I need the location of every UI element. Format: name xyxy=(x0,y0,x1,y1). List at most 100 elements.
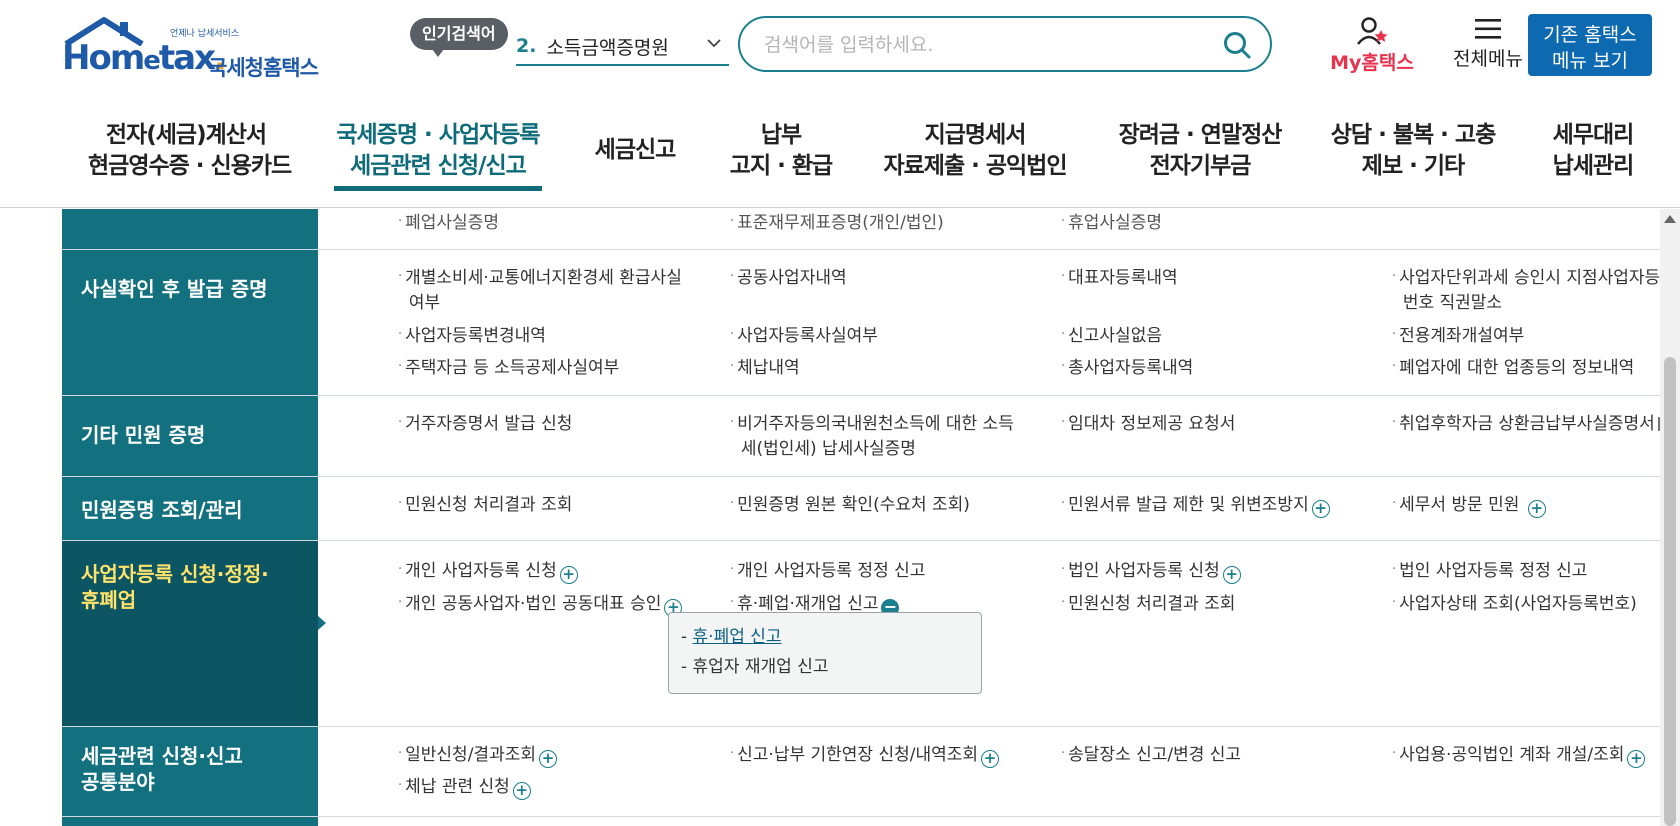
hamburger-menu-icon xyxy=(1475,19,1501,39)
gnb-label: 세금관련 신청/신고 xyxy=(350,153,527,179)
menu-link[interactable]: · 사업자상태 조회(사업자등록번호) xyxy=(1392,590,1637,617)
gnb-tab-statements[interactable]: 지급명세서자료제출 · 공익법인 xyxy=(882,120,1068,182)
expand-plus-icon[interactable]: + xyxy=(981,750,1000,768)
menu-row-common-filing: 세금관련 신청·신고 공통분야 · 일반신청/결과조회 + · 신고·납부 기한연장 신… xyxy=(62,727,1660,817)
submenu-item-closure-report[interactable]: - 휴·폐업 신고 xyxy=(681,625,782,649)
gnb-label: 상담 · 불복 · 고충 xyxy=(1330,122,1496,148)
menu-link[interactable]: · 사업자단위과세 승인시 지점사업자등록 번호 직권말소 xyxy=(1392,264,1660,316)
row-items: · 민원신청 처리결과 조회 · 민원증명 원본 확인(수요처 조회) · 민원서류 … xyxy=(318,477,1660,540)
menu-link[interactable]: · 민원증명 원본 확인(수요처 조회) xyxy=(730,491,970,518)
search-input[interactable] xyxy=(764,28,1204,62)
menu-link[interactable]: · 휴업사실증명 xyxy=(1061,209,1162,236)
old-menu-line2: 메뉴 보기 xyxy=(1552,49,1628,72)
row-head: 세금관련 신청·신고 공통분야 xyxy=(62,727,318,816)
all-menu-button[interactable]: 전체메뉴 xyxy=(1434,18,1542,71)
gnb-label: 제보 · 기타 xyxy=(1361,153,1465,179)
menu-link[interactable]: · 표준재무제표증명(개인/법인) xyxy=(730,209,944,236)
menu-link[interactable]: · 민원신청 처리결과 조회 xyxy=(398,491,572,518)
expand-plus-icon[interactable]: + xyxy=(559,566,578,584)
expand-plus-icon[interactable]: + xyxy=(1311,500,1330,518)
scroll-thumb[interactable] xyxy=(1664,357,1676,826)
user-star-icon xyxy=(1357,17,1388,45)
scroll-up-arrow[interactable] xyxy=(1664,215,1676,223)
gnb-tab-payment[interactable]: 납부고지 · 환급 xyxy=(722,120,840,182)
menu-link[interactable]: · 개인 사업자등록 신청 + xyxy=(398,557,578,584)
menu-link[interactable]: · 민원서류 발급 제한 및 위변조방지 + xyxy=(1061,491,1330,518)
menu-link[interactable]: · 거주자증명서 발급 신청 xyxy=(398,410,572,437)
gnb-tab-certificates[interactable]: 국세증명 · 사업자등록세금관련 신청/신고 xyxy=(334,120,542,182)
menu-link[interactable]: · 법인 사업자등록 정정 신고 xyxy=(1392,557,1587,584)
menu-link[interactable]: · 공동사업자내역 xyxy=(730,264,847,291)
menu-row-inquiry: 민원증명 조회/관리 · 민원신청 처리결과 조회 · 민원증명 원본 확인(수요처… xyxy=(62,477,1660,541)
gnb-label: 전자기부금 xyxy=(1149,153,1252,179)
gnb-tab-counsel[interactable]: 상담 · 불복 · 고충제보 · 기타 xyxy=(1330,120,1496,182)
menu-row-other-certs: 기타 민원 증명 · 거주자증명서 발급 신청 · 비거주자등의국내원천소득에 대한… xyxy=(62,396,1660,477)
search-icon[interactable] xyxy=(1222,30,1252,60)
menu-link[interactable]: · 민원신청 처리결과 조회 xyxy=(1061,590,1235,617)
menu-link[interactable]: · 비거주자등의국내원천소득에 대한 소득 세(법인세) 납세사실증명 xyxy=(730,410,1014,462)
menu-link[interactable]: · 폐업자에 대한 업종등의 정보내역 xyxy=(1392,354,1634,381)
row-head: 사실확인 후 발급 증명 xyxy=(62,250,318,395)
logo-korean-name: 국세청홈택스 xyxy=(208,56,319,80)
gnb-tab-incentives[interactable]: 장려금 · 연말정산 전자기부금 xyxy=(1118,120,1283,182)
popular-search-badge: 인기검색어 xyxy=(410,18,508,57)
old-menu-line1: 기존 홈택스 xyxy=(1543,23,1637,46)
closure-submenu: - 휴·폐업 신고 - 휴업자 재개업 신고 xyxy=(668,612,982,694)
menu-link[interactable]: · 일반신청/결과조회 + xyxy=(398,741,557,768)
menu-link[interactable]: · 법인 사업자등록 신청 + xyxy=(1061,557,1241,584)
menu-link[interactable]: · 개인 사업자등록 정정 신고 xyxy=(730,557,925,584)
menu-link[interactable]: · 체납내역 xyxy=(730,354,800,381)
expand-plus-icon[interactable]: + xyxy=(1627,750,1646,768)
menu-link[interactable]: · 사업용·공익법인 계좌 개설/조회 + xyxy=(1392,741,1646,768)
chevron-down-icon xyxy=(707,39,721,48)
active-tab-indicator xyxy=(334,186,542,191)
gnb-label: 납부 xyxy=(760,122,802,148)
menu-link[interactable]: · 주택자금 등 소득공제사실여부 xyxy=(398,354,619,381)
expand-plus-icon[interactable]: + xyxy=(1527,500,1546,518)
menu-link[interactable]: · 체납 관련 신청 + xyxy=(398,773,531,800)
menu-table: · 폐업사실증명 · 표준재무제표증명(개인/법인) · 휴업사실증명 사실확인 후 … xyxy=(62,209,1660,826)
row-head xyxy=(62,209,318,249)
gnb-label: 지급명세서 xyxy=(924,122,1027,148)
popular-rank: 2. xyxy=(516,35,537,57)
menu-link[interactable]: · 신고사실없음 xyxy=(1061,322,1162,349)
hometax-logo[interactable]: 언제나 납세서비스 Hometax. 국세청홈택스 xyxy=(62,14,332,80)
gnb-label: 국세증명 · 사업자등록 xyxy=(336,122,540,148)
menu-link[interactable]: · 전용계좌개설여부 xyxy=(1392,322,1524,349)
menu-row-next xyxy=(62,817,1660,826)
menu-link[interactable]: · 취업후학자금 상환금납부사실증명서 xyxy=(1392,410,1660,437)
gnb-label: 고지 · 환급 xyxy=(729,153,833,179)
header: 언제나 납세서비스 Hometax. 국세청홈택스 인기검색어 2. 소득금액증… xyxy=(0,0,1680,92)
menu-link[interactable]: · 대표자등록내역 xyxy=(1061,264,1178,291)
menu-link[interactable]: · 사업자등록사실여부 xyxy=(730,322,878,349)
menu-link[interactable]: · 임대차 정보제공 요청서 xyxy=(1061,410,1235,437)
menu-link[interactable]: · 폐업사실증명 xyxy=(398,209,499,236)
menu-link[interactable]: · 총사업자등록내역 xyxy=(1061,354,1193,381)
menu-link[interactable]: · 개인 공동사업자·법인 공동대표 승인 + xyxy=(398,590,683,617)
menu-link[interactable]: · 사업자등록변경내역 xyxy=(398,322,546,349)
expand-plus-icon[interactable]: + xyxy=(1222,566,1241,584)
gnb-tab-e-invoice[interactable]: 전자(세금)계산서 현금영수증 · 신용카드 xyxy=(88,120,292,182)
menu-link[interactable]: · 개별소비세·교통에너지환경세 환급사실 여부 xyxy=(398,264,682,316)
submenu-item-reopen-report[interactable]: - 휴업자 재개업 신고 xyxy=(681,655,828,679)
row-head: 사업자등록 신청·정정· 휴폐업 xyxy=(62,541,318,726)
row-items: · 개별소비세·교통에너지환경세 환급사실 여부 · 공동사업자내역 · 대표자등록내… xyxy=(318,250,1660,395)
menu-link[interactable]: · 세무서 방문 민원 + xyxy=(1392,491,1546,518)
gnb-label: 자료제출 · 공익법인 xyxy=(883,153,1067,179)
popular-term: 소득금액증명원 xyxy=(546,36,669,59)
menu-link[interactable]: · 신고·납부 기한연장 신청/내역조회 + xyxy=(730,741,1000,768)
search-box xyxy=(738,16,1272,72)
my-hometax-label: My홈택스 xyxy=(1330,52,1414,74)
my-hometax-link[interactable]: My홈택스 xyxy=(1328,16,1416,75)
old-menu-view-button[interactable]: 기존 홈택스메뉴 보기 xyxy=(1528,14,1652,76)
menu-row-fact-check: 사실확인 후 발급 증명 · 개별소비세·교통에너지환경세 환급사실 여부 · 공동… xyxy=(62,250,1660,396)
menu-link[interactable]: · 송달장소 신고/변경 신고 xyxy=(1061,741,1241,768)
page-scrollbar[interactable] xyxy=(1660,209,1680,826)
expand-plus-icon[interactable]: + xyxy=(512,782,531,800)
row-head xyxy=(62,817,318,826)
popular-search-dropdown[interactable]: 2. 소득금액증명원 xyxy=(516,28,729,66)
gnb-tab-tax-return[interactable]: 세금신고 xyxy=(590,135,680,166)
gnb-tab-tax-agent[interactable]: 세무대리 납세관리 xyxy=(1540,120,1646,182)
expand-plus-icon[interactable]: + xyxy=(539,750,557,768)
row-head: 민원증명 조회/관리 xyxy=(62,477,318,540)
